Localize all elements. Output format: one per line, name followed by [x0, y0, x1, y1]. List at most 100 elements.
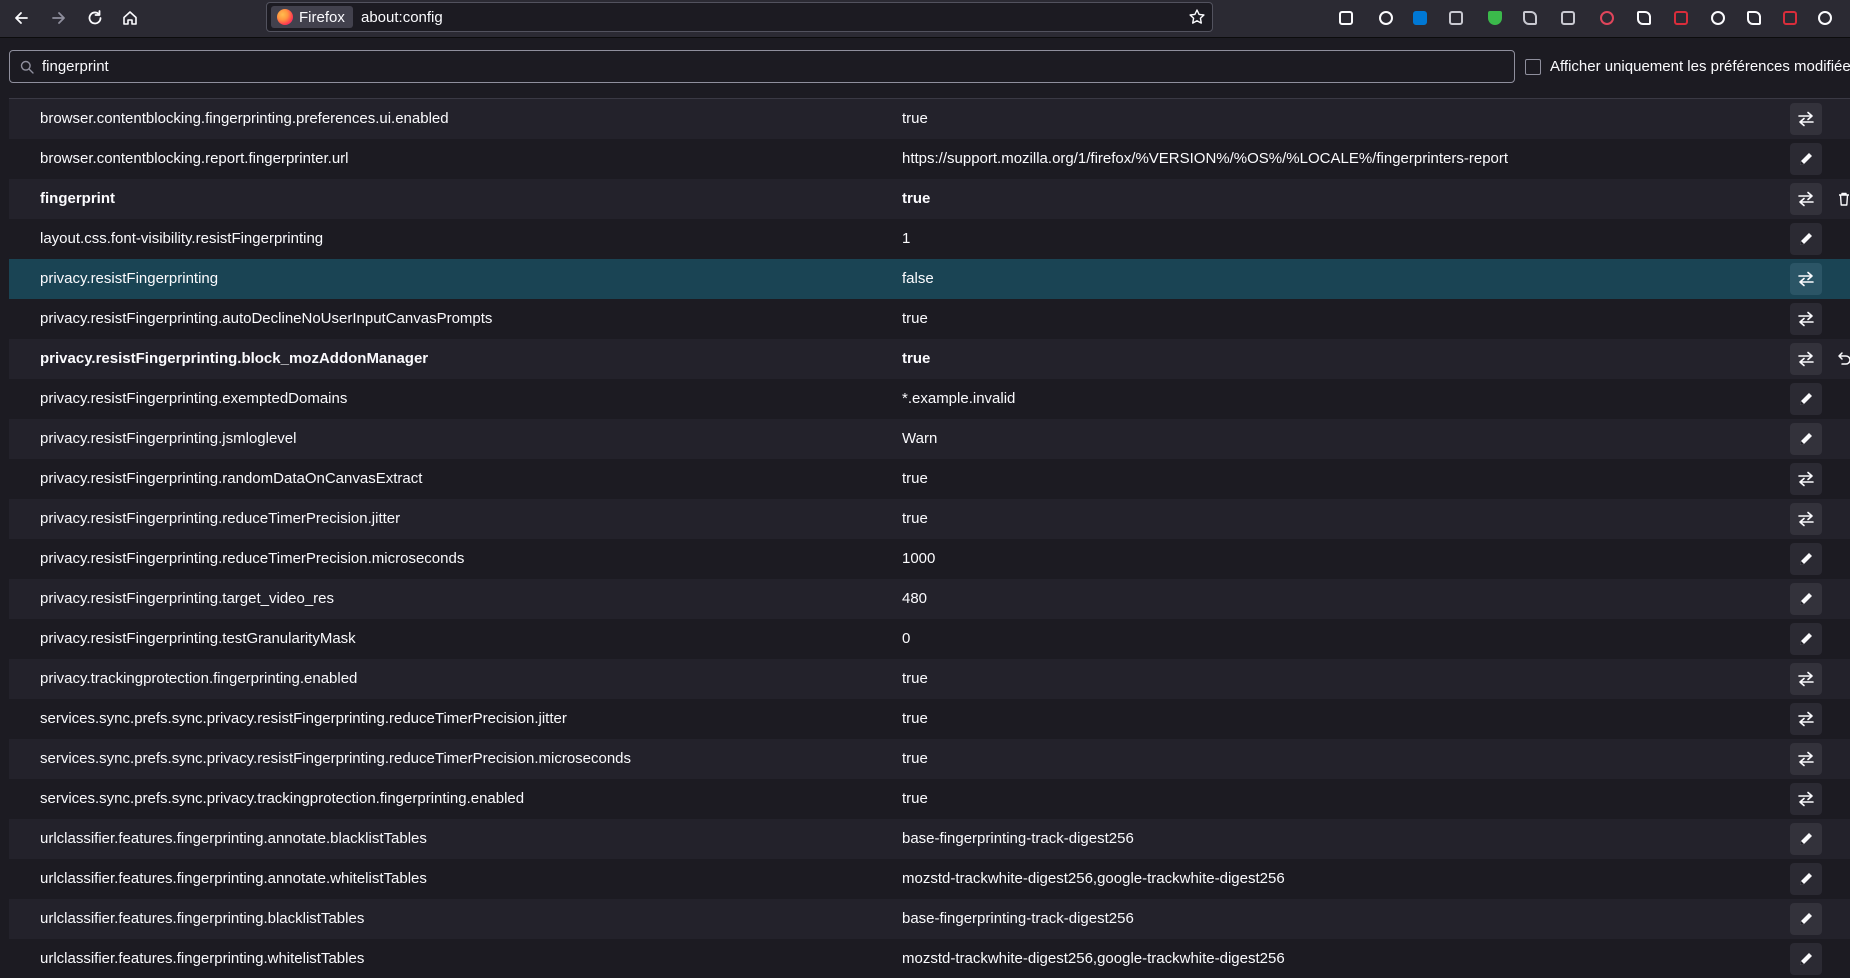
toggle-button[interactable] — [1790, 743, 1822, 775]
edit-button[interactable] — [1790, 863, 1822, 895]
pref-value[interactable]: base-fingerprinting-track-digest256 — [902, 910, 1134, 927]
pref-value[interactable]: Warn — [902, 430, 937, 447]
pref-row[interactable]: privacy.resistFingerprinting.reduceTimer… — [9, 499, 1850, 539]
pref-value[interactable]: false — [902, 270, 934, 287]
pref-value[interactable]: true — [902, 110, 928, 127]
pref-value[interactable]: true — [902, 710, 928, 727]
pref-row[interactable]: privacy.resistFingerprinting.reduceTimer… — [9, 539, 1850, 579]
puzzle-extensions-icon[interactable] — [1815, 8, 1835, 28]
pref-row[interactable]: layout.css.font-visibility.resistFingerp… — [9, 219, 1850, 259]
pref-value[interactable]: true — [902, 310, 928, 327]
pocket-icon[interactable] — [1336, 8, 1356, 28]
panda-icon[interactable] — [1634, 8, 1654, 28]
pref-value[interactable]: true — [902, 470, 928, 487]
edit-button[interactable] — [1790, 903, 1822, 935]
pref-row[interactable]: services.sync.prefs.sync.privacy.resistF… — [9, 739, 1850, 779]
pref-row[interactable]: urlclassifier.features.fingerprinting.an… — [9, 819, 1850, 859]
panda-icon-glyph — [1637, 11, 1651, 25]
edit-button[interactable] — [1790, 223, 1822, 255]
search-box[interactable] — [9, 50, 1515, 83]
pref-value[interactable]: https://support.mozilla.org/1/firefox/%V… — [902, 150, 1508, 167]
edit-button[interactable] — [1790, 623, 1822, 655]
toggle-button[interactable] — [1790, 303, 1822, 335]
pref-value[interactable]: 1000 — [902, 550, 935, 567]
pref-name: privacy.resistFingerprinting.target_vide… — [40, 590, 335, 607]
pref-row[interactable]: urlclassifier.features.fingerprinting.an… — [9, 859, 1850, 899]
toggle-button[interactable] — [1790, 783, 1822, 815]
adguard-shield-icon[interactable] — [1485, 8, 1505, 28]
toggle-button[interactable] — [1790, 503, 1822, 535]
pref-row[interactable]: urlclassifier.features.fingerprinting.bl… — [9, 899, 1850, 939]
url-text[interactable]: about:config — [361, 9, 443, 26]
edit-button[interactable] — [1790, 383, 1822, 415]
toggle-button[interactable] — [1790, 263, 1822, 295]
lock-extension-icon[interactable] — [1597, 8, 1617, 28]
bookmark-star-icon[interactable] — [1188, 8, 1206, 26]
reset-button[interactable] — [1836, 349, 1850, 369]
toggle-button[interactable] — [1790, 343, 1822, 375]
reader-sidebar-icon[interactable] — [1376, 8, 1396, 28]
search-input[interactable] — [42, 51, 1502, 82]
pref-row[interactable]: privacy.resistFingerprinting.autoDecline… — [9, 299, 1850, 339]
reload-button[interactable] — [80, 4, 110, 32]
pref-row[interactable]: privacy.resistFingerprinting.testGranula… — [9, 619, 1850, 659]
skype-icon[interactable] — [1410, 8, 1430, 28]
feather-icon[interactable] — [1780, 8, 1800, 28]
delete-button[interactable] — [1836, 189, 1850, 209]
toggle-button[interactable] — [1790, 663, 1822, 695]
pref-row[interactable]: privacy.resistFingerprinting.exemptedDom… — [9, 379, 1850, 419]
pref-row[interactable]: privacy.resistFingerprinting.jsmloglevel… — [9, 419, 1850, 459]
pref-row[interactable]: fingerprint true — [9, 179, 1850, 219]
toggle-button[interactable] — [1790, 183, 1822, 215]
pref-row[interactable]: browser.contentblocking.fingerprinting.p… — [9, 99, 1850, 139]
pref-value[interactable]: mozstd-trackwhite-digest256,google-track… — [902, 870, 1285, 887]
privacy-badger-icon[interactable] — [1520, 8, 1540, 28]
mail-icon[interactable] — [1744, 8, 1764, 28]
pref-value[interactable]: base-fingerprinting-track-digest256 — [902, 830, 1134, 847]
toggle-button[interactable] — [1790, 103, 1822, 135]
cloud-icon[interactable] — [1446, 8, 1466, 28]
pref-row[interactable]: privacy.resistFingerprinting.target_vide… — [9, 579, 1850, 619]
forward-button[interactable] — [44, 4, 74, 32]
back-button[interactable] — [6, 4, 36, 32]
edit-button[interactable] — [1790, 583, 1822, 615]
pref-row[interactable]: services.sync.prefs.sync.privacy.resistF… — [9, 699, 1850, 739]
edit-button[interactable] — [1790, 143, 1822, 175]
pref-value[interactable]: *.example.invalid — [902, 390, 1015, 407]
identity-box[interactable]: Firefox — [271, 6, 353, 28]
pencil-icon — [1800, 953, 1812, 965]
edit-button[interactable] — [1790, 823, 1822, 855]
toggle-button[interactable] — [1790, 703, 1822, 735]
pref-row[interactable]: privacy.trackingprotection.fingerprintin… — [9, 659, 1850, 699]
pref-value[interactable]: true — [902, 790, 928, 807]
pref-row[interactable]: browser.contentblocking.report.fingerpri… — [9, 139, 1850, 179]
pref-value[interactable]: true — [902, 670, 928, 687]
pref-row[interactable]: privacy.resistFingerprinting.randomDataO… — [9, 459, 1850, 499]
download-arrow-icon[interactable] — [1671, 8, 1691, 28]
ublock-icon[interactable] — [1558, 8, 1578, 28]
edit-button[interactable] — [1790, 543, 1822, 575]
home-button[interactable] — [115, 4, 145, 32]
pref-value[interactable]: 1 — [902, 230, 910, 247]
pref-name: privacy.resistFingerprinting.reduceTimer… — [40, 550, 465, 567]
toggle-button[interactable] — [1790, 463, 1822, 495]
pref-row[interactable]: urlclassifier.features.fingerprinting.wh… — [9, 939, 1850, 978]
pref-value[interactable]: mozstd-trackwhite-digest256,google-track… — [902, 950, 1285, 967]
edit-button[interactable] — [1790, 423, 1822, 455]
modified-only-toggle[interactable]: Afficher uniquement les préférences modi… — [1525, 58, 1850, 75]
mask-icon[interactable] — [1708, 8, 1728, 28]
pref-value[interactable]: 480 — [902, 590, 927, 607]
edit-button[interactable] — [1790, 943, 1822, 975]
skype-icon-glyph — [1413, 11, 1427, 25]
pref-row[interactable]: privacy.resistFingerprinting false — [9, 259, 1850, 299]
pref-row[interactable]: services.sync.prefs.sync.privacy.trackin… — [9, 779, 1850, 819]
ublock-icon-glyph — [1561, 11, 1575, 25]
pref-value[interactable]: true — [902, 510, 928, 527]
url-bar[interactable]: Firefox about:config — [266, 2, 1213, 32]
pref-value[interactable]: true — [902, 190, 930, 207]
pref-value[interactable]: 0 — [902, 630, 910, 647]
pref-row[interactable]: privacy.resistFingerprinting.block_mozAd… — [9, 339, 1850, 379]
modified-only-checkbox[interactable] — [1525, 58, 1541, 75]
pref-value[interactable]: true — [902, 750, 928, 767]
pref-value[interactable]: true — [902, 350, 930, 367]
